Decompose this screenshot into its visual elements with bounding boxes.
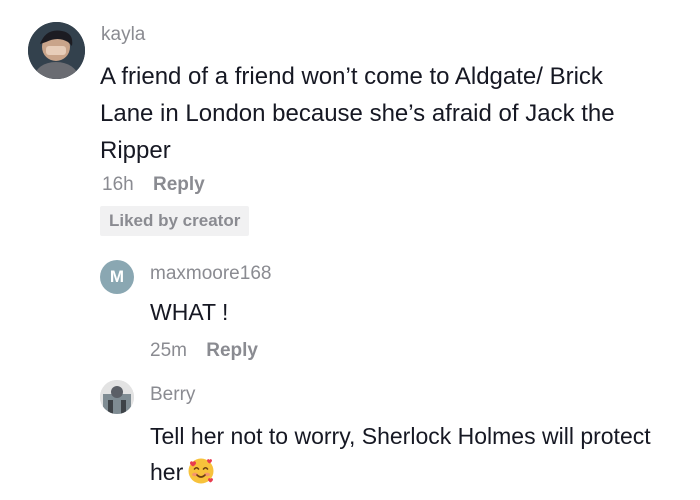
avatar[interactable] — [100, 380, 134, 414]
comment-username[interactable]: kayla — [101, 24, 145, 46]
reply-text: WHAT ! — [150, 299, 229, 325]
comment-meta: 16h Reply — [102, 174, 205, 196]
reply-button[interactable]: Reply — [206, 340, 258, 361]
reply-username[interactable]: Berry — [150, 384, 195, 406]
user-photo-avatar-icon — [100, 380, 134, 414]
reply-button[interactable]: Reply — [153, 174, 205, 195]
avatar[interactable]: M — [100, 260, 134, 294]
smiling-face-with-hearts-icon — [188, 458, 214, 484]
reply-meta: 25m Reply — [150, 340, 258, 362]
avatar[interactable] — [28, 22, 85, 79]
reply-text: Tell her not to worry, Sherlock Holmes w… — [150, 423, 651, 485]
user-photo-avatar-icon — [28, 22, 85, 79]
comment-timestamp: 16h — [102, 174, 134, 195]
reply-username[interactable]: maxmoore168 — [150, 263, 271, 285]
comment-text: A friend of a friend won’t come to Aldga… — [100, 63, 615, 164]
reply-text-container: Tell her not to worry, Sherlock Holmes w… — [150, 418, 670, 490]
liked-by-creator-badge: Liked by creator — [100, 206, 250, 236]
reply-timestamp: 25m — [150, 340, 187, 361]
